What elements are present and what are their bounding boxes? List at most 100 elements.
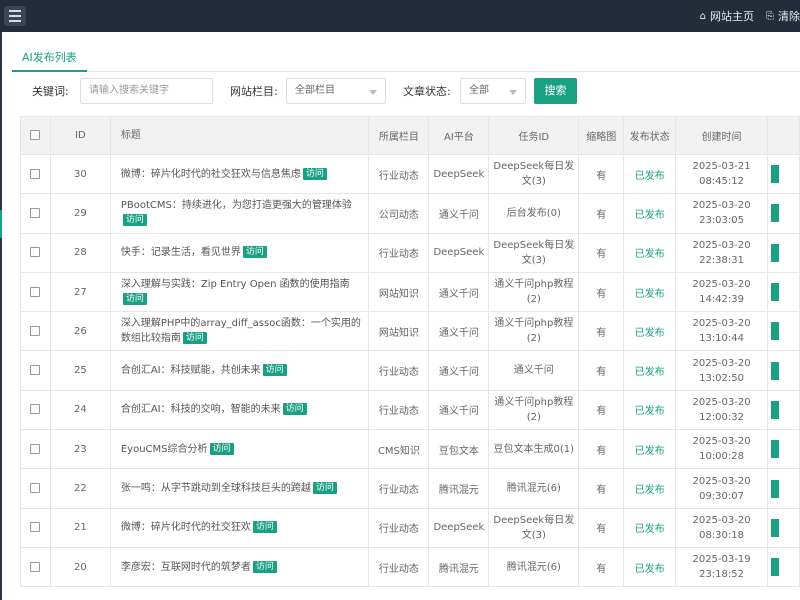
row-select-cell	[20, 389, 51, 431]
column-select[interactable]: 全部栏目	[286, 78, 386, 104]
visit-button[interactable]: 访问	[252, 560, 277, 573]
row-platform: 通义千问	[428, 389, 490, 431]
row-action-button[interactable]	[770, 165, 779, 184]
menu-toggle-button[interactable]	[4, 6, 26, 26]
row-action-button[interactable]	[770, 518, 779, 537]
row-checkbox[interactable]	[30, 483, 41, 494]
visit-button[interactable]: 访问	[242, 246, 267, 259]
row-select-cell	[20, 311, 51, 352]
table-row: 26 深入理解PHP中的array_diff_assoc函数：一个实用的数组比较指…	[20, 311, 800, 352]
row-action-button[interactable]	[770, 558, 779, 577]
row-title-cell: 微博：碎片化时代的社交狂欢与信息焦虑 访问	[109, 153, 370, 195]
row-publish-status: 已发布	[623, 468, 677, 509]
visit-button[interactable]: 访问	[312, 482, 337, 495]
row-checkbox[interactable]	[30, 522, 41, 533]
row-column: 行业动态	[368, 232, 430, 273]
row-action-button[interactable]	[770, 479, 779, 498]
hamburger-icon-line	[9, 15, 21, 17]
row-checkbox[interactable]	[30, 365, 41, 376]
row-created-clock: 13:10:44	[699, 333, 744, 345]
tab-bar: AI发布列表	[12, 46, 800, 72]
row-select-cell	[20, 507, 51, 548]
row-title-cell: 微博：碎片化时代的社交狂欢 访问	[109, 507, 370, 548]
row-action-button[interactable]	[770, 204, 779, 223]
row-platform: 通义千问	[428, 271, 490, 313]
row-select-cell	[20, 271, 51, 313]
row-checkbox[interactable]	[30, 404, 41, 415]
row-checkbox[interactable]	[30, 247, 41, 258]
row-title: 微博：碎片化时代的社交狂欢	[120, 522, 251, 534]
row-checkbox[interactable]	[30, 443, 41, 454]
visit-button[interactable]: 访问	[302, 167, 327, 180]
header-platform: AI平台	[428, 116, 490, 155]
header-created-time: 创建时间	[675, 116, 768, 155]
keyword-search-input[interactable]: 请输入搜索关键字	[80, 78, 213, 104]
row-title: 合创汇AI：科技赋能，共创未来	[120, 365, 261, 377]
row-platform: DeepSeek	[428, 507, 490, 548]
site-home-link[interactable]: ⌂ 网站主页	[700, 8, 754, 24]
row-select-cell	[20, 429, 51, 470]
clear-cache-link[interactable]: ⎘ 清除	[766, 8, 800, 24]
row-created-date: 2025-03-19	[692, 554, 751, 566]
clear-cache-label: 清除	[778, 10, 800, 23]
visit-button[interactable]: 访问	[209, 442, 234, 455]
row-created-date: 2025-03-20	[692, 514, 751, 526]
row-created-clock: 09:30:07	[699, 490, 744, 502]
status-label: 文章状态:	[403, 85, 451, 98]
row-created-date: 2025-03-20	[692, 436, 751, 448]
row-task-id: DeepSeek每日发文(3)	[488, 153, 580, 195]
row-created-time: 2025-03-20 12:00:32	[675, 389, 768, 431]
row-created-time: 2025-03-19 23:18:52	[675, 546, 768, 588]
row-column: 公司动态	[368, 193, 430, 234]
row-platform: 通义千问	[428, 350, 490, 391]
row-checkbox[interactable]	[30, 561, 41, 572]
visit-button[interactable]: 访问	[282, 403, 307, 416]
header-publish-status: 发布状态	[623, 116, 677, 155]
row-checkbox[interactable]	[30, 168, 41, 179]
select-all-checkbox[interactable]	[30, 130, 41, 140]
visit-button[interactable]: 访问	[182, 332, 207, 345]
row-actions-cell	[766, 429, 800, 470]
row-thumbnail: 有	[578, 153, 625, 195]
row-checkbox[interactable]	[30, 207, 41, 218]
table-row: 30 微博：碎片化时代的社交狂欢与信息焦虑 访问 行业动态 DeepSeek DeepSe…	[20, 153, 800, 195]
row-platform: 通义千问	[428, 311, 490, 352]
row-action-button[interactable]	[770, 322, 779, 341]
row-thumbnail: 有	[578, 546, 625, 588]
row-publish-status: 已发布	[623, 232, 677, 273]
row-created-time: 2025-03-21 08:45:12	[675, 153, 768, 195]
visit-button[interactable]: 访问	[262, 364, 287, 377]
row-action-button[interactable]	[770, 361, 779, 380]
visit-button[interactable]: 访问	[252, 521, 277, 534]
status-select-value: 全部	[469, 85, 489, 96]
row-platform: DeepSeek	[428, 232, 490, 273]
row-created-clock: 08:45:12	[699, 176, 744, 188]
row-checkbox[interactable]	[30, 325, 41, 336]
header-title: 标题	[109, 116, 370, 155]
row-column: CMS知识	[368, 429, 430, 470]
row-created-clock: 13:02:50	[699, 372, 744, 384]
row-publish-status: 已发布	[623, 507, 677, 548]
status-select[interactable]: 全部	[460, 78, 526, 104]
row-id: 20	[49, 546, 111, 588]
visit-button[interactable]: 访问	[122, 293, 147, 306]
search-button[interactable]: 搜索	[534, 78, 577, 104]
row-created-time: 2025-03-20 22:38:31	[675, 232, 768, 273]
tab-ai-publish-list[interactable]: AI发布列表	[12, 46, 87, 72]
row-task-id: 通义千问	[488, 350, 580, 391]
row-checkbox[interactable]	[30, 286, 41, 297]
visit-button[interactable]: 访问	[122, 214, 147, 227]
row-created-clock: 12:00:32	[699, 411, 744, 423]
row-action-button[interactable]	[770, 440, 779, 459]
row-publish-status: 已发布	[623, 271, 677, 313]
row-publish-status: 已发布	[623, 350, 677, 391]
chevron-down-icon	[369, 90, 377, 95]
row-action-button[interactable]	[770, 400, 779, 419]
row-column: 行业动态	[368, 389, 430, 431]
row-action-button[interactable]	[770, 283, 779, 302]
row-id: 23	[49, 429, 111, 470]
row-publish-status: 已发布	[623, 153, 677, 195]
table-row: 20 李彦宏：互联网时代的筑梦者 访问 行业动态 腾讯混元 腾讯混元(6) 有已发布 2025…	[20, 546, 800, 588]
row-action-button[interactable]	[770, 243, 779, 262]
row-title-cell: 合创汇AI：科技赋能，共创未来 访问	[109, 350, 370, 391]
